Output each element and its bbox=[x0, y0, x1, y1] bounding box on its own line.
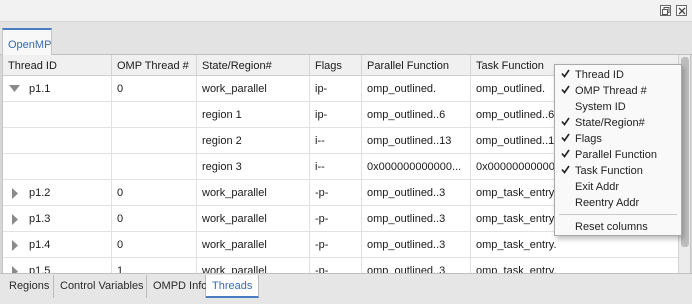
cell-state-region: work_parallel bbox=[202, 206, 310, 232]
menu-item-label: OMP Thread # bbox=[575, 85, 647, 97]
cell-task-function: omp_task_entry. bbox=[476, 265, 557, 273]
cell-flags: ip- bbox=[315, 102, 362, 128]
checkmark-icon bbox=[561, 69, 570, 81]
cell-parallel-function: omp_outlined..3 bbox=[367, 180, 471, 206]
column-header-thread-id[interactable]: Thread ID bbox=[3, 55, 112, 76]
cell-parallel-function: omp_outlined..6 bbox=[367, 102, 471, 128]
menu-item-thread-id[interactable]: Thread ID bbox=[555, 67, 681, 83]
cell-thread-id bbox=[29, 102, 112, 128]
cell-flags: -p- bbox=[315, 258, 362, 273]
cell-omp-thread bbox=[117, 128, 197, 154]
menu-item-label: Exit Addr bbox=[575, 181, 620, 193]
menu-item-reentry-addr[interactable]: Reentry Addr bbox=[555, 195, 681, 211]
cell-state-region: work_parallel bbox=[202, 232, 310, 258]
cell-thread-id: p1.1 bbox=[29, 76, 112, 102]
cell-thread-id bbox=[29, 154, 112, 180]
close-window-icon[interactable] bbox=[676, 5, 687, 16]
cell-omp-thread: 0 bbox=[117, 206, 197, 232]
menu-item-exit-addr[interactable]: Exit Addr bbox=[555, 179, 681, 195]
column-context-menu: Thread ID OMP Thread # System ID State/Regi… bbox=[554, 64, 682, 236]
tree-expanded-icon[interactable] bbox=[9, 84, 20, 96]
checkmark-icon bbox=[561, 149, 570, 161]
cell-thread-id: p1.2 bbox=[29, 180, 112, 206]
menu-item-omp-thread[interactable]: OMP Thread # bbox=[555, 83, 681, 99]
cell-parallel-function: omp_outlined. bbox=[367, 76, 471, 102]
cell-flags: i-- bbox=[315, 154, 362, 180]
cell-parallel-function: omp_outlined..3 bbox=[367, 258, 471, 273]
tree-collapsed-icon[interactable] bbox=[11, 266, 19, 273]
cell-state-region: work_parallel bbox=[202, 76, 310, 102]
cell-state-region: region 2 bbox=[202, 128, 310, 154]
cell-flags: -p- bbox=[315, 180, 362, 206]
tree-collapsed-icon[interactable] bbox=[11, 188, 19, 202]
cell-flags: -p- bbox=[315, 206, 362, 232]
checkmark-icon bbox=[561, 85, 570, 97]
menu-item-flags[interactable]: Flags bbox=[555, 131, 681, 147]
cell-parallel-function: omp_outlined..3 bbox=[367, 232, 471, 258]
menu-item-label: Reentry Addr bbox=[575, 197, 640, 209]
column-header-state-region[interactable]: State/Region# bbox=[197, 55, 310, 76]
menu-item-reset-columns[interactable]: Reset columns bbox=[555, 219, 681, 235]
menu-item-label: System ID bbox=[575, 101, 626, 113]
view-titlebar bbox=[0, 0, 692, 22]
menu-item-state-region[interactable]: State/Region# bbox=[555, 115, 681, 131]
menu-item-label: Task Function bbox=[575, 165, 643, 177]
cell-flags: i-- bbox=[315, 128, 362, 154]
cell-flags: -p- bbox=[315, 232, 362, 258]
tab-control-variables[interactable]: Control Variables bbox=[54, 275, 147, 298]
checkmark-icon bbox=[561, 165, 570, 177]
menu-separator bbox=[559, 214, 677, 215]
tab-threads[interactable]: Threads bbox=[206, 275, 259, 298]
menu-item-task-function[interactable]: Task Function bbox=[555, 163, 681, 179]
cell-omp-thread: 0 bbox=[117, 180, 197, 206]
menu-item-label: Thread ID bbox=[575, 69, 624, 81]
tab-regions[interactable]: Regions bbox=[3, 275, 54, 298]
cell-state-region: region 3 bbox=[202, 154, 310, 180]
menu-item-parallel-function[interactable]: Parallel Function bbox=[555, 147, 681, 163]
column-header-parallel-function[interactable]: Parallel Function bbox=[362, 55, 471, 76]
table-row[interactable]: p1.5 1 work_parallel -p-omp_outlined..3 omp_… bbox=[3, 258, 690, 273]
column-header-flags[interactable]: Flags bbox=[310, 55, 362, 76]
menu-item-label: Parallel Function bbox=[575, 149, 657, 161]
cell-omp-thread bbox=[117, 102, 197, 128]
cell-thread-id: p1.4 bbox=[29, 232, 112, 258]
cell-flags: ip- bbox=[315, 76, 362, 102]
restore-window-icon[interactable] bbox=[660, 5, 671, 16]
cell-omp-thread bbox=[117, 154, 197, 180]
top-tabstrip: OpenMP bbox=[0, 22, 692, 56]
cell-state-region: region 1 bbox=[202, 102, 310, 128]
menu-item-label: State/Region# bbox=[575, 117, 645, 129]
menu-item-system-id[interactable]: System ID bbox=[555, 99, 681, 115]
cell-thread-id bbox=[29, 128, 112, 154]
tab-ompd-info[interactable]: OMPD Info bbox=[147, 275, 207, 298]
cell-state-region: work_parallel bbox=[202, 258, 310, 273]
cell-omp-thread: 0 bbox=[117, 76, 197, 102]
checkmark-icon bbox=[561, 133, 570, 145]
cell-omp-thread: 1 bbox=[117, 258, 197, 273]
cell-parallel-function: omp_outlined..13 bbox=[367, 128, 471, 154]
cell-thread-id: p1.3 bbox=[29, 206, 112, 232]
cell-state-region: work_parallel bbox=[202, 180, 310, 206]
column-header-omp-thread[interactable]: OMP Thread # bbox=[112, 55, 197, 76]
cell-omp-thread: 0 bbox=[117, 232, 197, 258]
cell-parallel-function: omp_outlined..3 bbox=[367, 206, 471, 232]
tree-collapsed-icon[interactable] bbox=[11, 240, 19, 254]
menu-item-label: Reset columns bbox=[575, 221, 648, 233]
scrollbar-thumb[interactable] bbox=[681, 57, 689, 247]
tab-openmp[interactable]: OpenMP bbox=[2, 28, 52, 56]
menu-item-label: Flags bbox=[575, 133, 602, 145]
checkmark-icon bbox=[561, 117, 570, 129]
cell-thread-id: p1.5 bbox=[29, 258, 112, 273]
bottom-tabstrip: Regions Control Variables OMPD Info Threads bbox=[0, 273, 692, 304]
tree-collapsed-icon[interactable] bbox=[11, 214, 19, 228]
cell-parallel-function: 0x000000000000... bbox=[367, 154, 471, 180]
